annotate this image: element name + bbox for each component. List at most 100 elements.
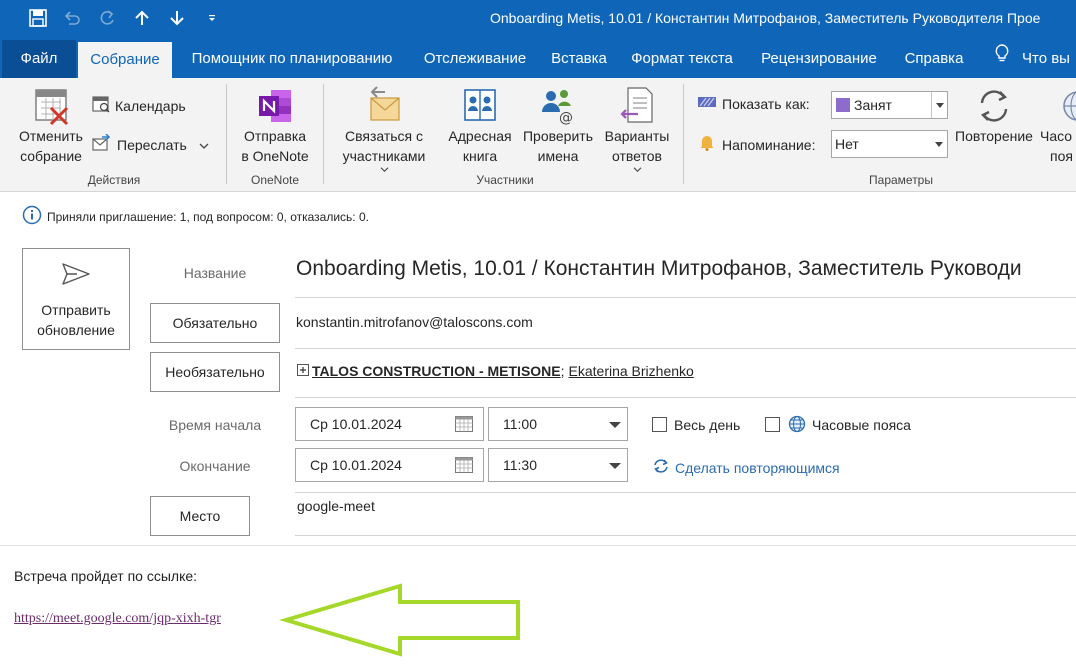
start-time-label: Время начала bbox=[168, 417, 262, 433]
location-button[interactable]: Место bbox=[150, 496, 250, 536]
start-time-value: 11:00 bbox=[503, 416, 537, 432]
end-time-select[interactable]: 11:30 bbox=[488, 448, 628, 482]
forward-icon bbox=[92, 133, 112, 155]
tab-meeting[interactable]: Собрание bbox=[78, 42, 172, 78]
up-arrow-icon[interactable] bbox=[130, 6, 154, 30]
end-time-label: Окончание bbox=[179, 458, 251, 474]
all-day-label: Весь день bbox=[674, 417, 741, 433]
group-options-label: Параметры bbox=[869, 173, 933, 187]
required-attendee-link[interactable]: konstantin.mitrofanov@taloscons.com bbox=[296, 314, 533, 330]
make-recurring-label: Сделать повторяющимся bbox=[675, 459, 840, 476]
show-as-select[interactable]: Занят bbox=[831, 91, 948, 119]
window-title: Onboarding Metis, 10.01 / Константин Мит… bbox=[490, 10, 1041, 26]
optional-attendee-link[interactable]: Ekaterina Brizhenko bbox=[569, 363, 694, 379]
redo-icon[interactable] bbox=[95, 6, 119, 30]
onenote-line1: Отправка bbox=[243, 128, 307, 144]
down-arrow-icon[interactable] bbox=[165, 6, 189, 30]
start-time-select[interactable]: 11:00 bbox=[488, 407, 628, 441]
show-as-icon bbox=[698, 95, 716, 112]
divider bbox=[295, 535, 1076, 536]
address-book-button[interactable]: Адресная книга bbox=[442, 84, 518, 166]
make-recurring-link[interactable]: Сделать повторяющимся bbox=[652, 457, 840, 478]
onenote-icon bbox=[234, 86, 316, 126]
divider bbox=[295, 348, 1076, 349]
message-body-text: Встреча пройдет по ссылке: bbox=[14, 568, 198, 584]
check-names-button[interactable]: @ Проверить имена bbox=[518, 84, 598, 166]
reminder-value: Нет bbox=[835, 136, 859, 152]
required-attendees-button[interactable]: Обязательно bbox=[150, 303, 280, 343]
bell-icon bbox=[700, 135, 714, 154]
response-options-button[interactable]: Варианты ответов bbox=[600, 84, 674, 173]
resp-line2-wrap: ответов bbox=[600, 146, 674, 173]
tell-me-label: Что вы bbox=[1022, 50, 1070, 67]
svg-text:@: @ bbox=[559, 110, 573, 126]
info-icon bbox=[22, 205, 42, 228]
body-divider bbox=[0, 545, 1076, 546]
calendar-button[interactable]: Календарь bbox=[92, 95, 186, 116]
send-icon bbox=[61, 261, 91, 290]
start-date-picker[interactable]: Ср 10.01.2024 bbox=[295, 407, 484, 441]
end-date-picker[interactable]: Ср 10.01.2024 bbox=[295, 448, 484, 482]
title-label: Название bbox=[183, 265, 247, 281]
recurrence-button[interactable]: Повторение bbox=[950, 86, 1038, 146]
info-bar: Приняли приглашение: 1, под вопросом: 0,… bbox=[22, 205, 369, 228]
cancel-meeting-button[interactable]: Отменить собрание bbox=[8, 86, 94, 166]
tab-tracking[interactable]: Отслеживание bbox=[422, 40, 528, 78]
timezones-line1: Часо bbox=[1040, 128, 1073, 144]
forward-label: Переслать bbox=[117, 136, 187, 153]
calendar-grid-icon[interactable] bbox=[455, 457, 473, 476]
divider bbox=[295, 492, 1076, 493]
optional-attendees-field[interactable]: TALOS CONSTRUCTION - METISONE ; Ekaterin… bbox=[297, 363, 694, 379]
tab-insert[interactable]: Вставка bbox=[550, 40, 608, 78]
undo-icon[interactable] bbox=[60, 6, 84, 30]
group-attendees-label: Участники bbox=[476, 173, 534, 187]
send-to-onenote-button[interactable]: Отправка в OneNote bbox=[234, 86, 316, 166]
contact-line2: участниками bbox=[342, 148, 426, 164]
ribbon: Отменить собрание Календарь Переслать Де… bbox=[0, 78, 1076, 192]
lightbulb-icon bbox=[994, 40, 1010, 78]
forward-button[interactable]: Переслать bbox=[92, 133, 209, 155]
location-input[interactable]: google-meet bbox=[297, 498, 375, 514]
tab-review[interactable]: Рецензирование bbox=[758, 40, 880, 78]
tab-help[interactable]: Справка bbox=[902, 40, 966, 78]
attendee-separator: ; bbox=[560, 363, 565, 379]
onenote-line2: в OneNote bbox=[241, 148, 309, 164]
reminder-label-wrap: Напоминание: bbox=[700, 135, 815, 154]
resp-line2: ответов bbox=[612, 148, 662, 164]
required-attendees-field[interactable]: konstantin.mitrofanov@taloscons.com bbox=[296, 314, 533, 330]
reply-mail-icon bbox=[334, 84, 434, 126]
globe-icon bbox=[1054, 86, 1076, 126]
dropdown-arrow-icon bbox=[609, 422, 621, 428]
send-update-button[interactable]: Отправить обновление bbox=[22, 248, 130, 350]
time-zones-label: Часовые пояса bbox=[812, 417, 911, 433]
time-zones-checkbox[interactable] bbox=[765, 417, 780, 432]
check-line1: Проверить bbox=[522, 128, 593, 144]
all-day-checkbox[interactable] bbox=[652, 417, 667, 432]
tab-file[interactable]: Файл bbox=[2, 40, 76, 78]
contact-attendees-button[interactable]: Связаться с участниками bbox=[334, 84, 434, 173]
expand-group-icon[interactable] bbox=[297, 363, 309, 379]
dropdown-arrow-icon bbox=[609, 463, 621, 469]
distribution-list-link[interactable]: TALOS CONSTRUCTION - METISONE bbox=[312, 363, 561, 379]
tab-scheduling-assistant[interactable]: Помощник по планированию bbox=[186, 40, 398, 78]
tab-format-text[interactable]: Формат текста bbox=[630, 40, 734, 78]
calendar-grid-icon[interactable] bbox=[455, 416, 473, 435]
recurrence-icon bbox=[950, 86, 1038, 126]
meeting-title-input[interactable]: Onboarding Metis, 10.01 / Константин Мит… bbox=[296, 257, 1076, 281]
annotation-arrow-icon bbox=[279, 583, 520, 657]
divider bbox=[295, 297, 1076, 298]
optional-attendees-button[interactable]: Необязательно bbox=[150, 352, 280, 392]
busy-color-swatch bbox=[836, 98, 850, 112]
time-zones-ribbon-button[interactable]: Часо поя bbox=[1040, 86, 1076, 166]
customize-icon[interactable] bbox=[202, 6, 222, 30]
send-update-line2: обновление bbox=[37, 322, 115, 338]
reminder-select[interactable]: Нет bbox=[831, 130, 948, 158]
end-date-value: Ср 10.01.2024 bbox=[310, 457, 402, 473]
group-onenote-label: OneNote bbox=[250, 173, 300, 187]
book-line2: книга bbox=[462, 148, 498, 164]
tell-me-search[interactable]: Что вы bbox=[994, 40, 1076, 78]
group-actions-label: Действия bbox=[87, 173, 141, 187]
globe-icon bbox=[788, 415, 806, 436]
save-icon[interactable] bbox=[26, 6, 50, 30]
meeting-link[interactable]: https://meet.google.com/jqp-xixh-tgr bbox=[14, 611, 221, 627]
